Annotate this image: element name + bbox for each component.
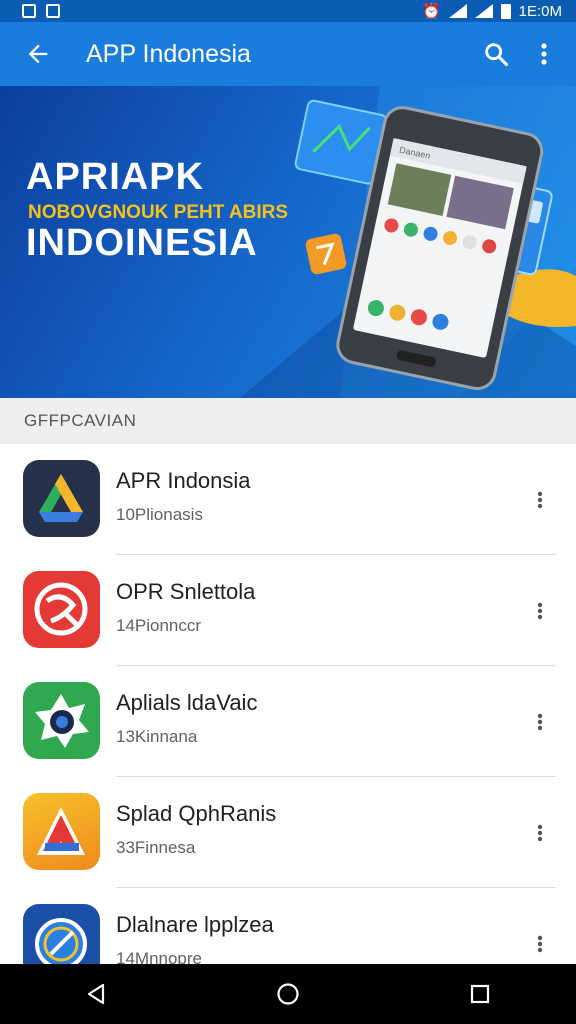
status-bar: ⏰ 1E:0M [0,0,576,22]
more-vert-icon [537,491,543,509]
promo-banner[interactable]: Danaen APRIAPK NOBOVGNOUK PEHT ABIRS IND… [0,86,576,398]
orange-a-icon [23,793,100,870]
more-vert-icon [537,824,543,842]
notification-icon [22,4,36,18]
item-more-button[interactable] [520,813,560,853]
app-name: APR Indonsia [116,468,251,493]
drive-triangle-icon [23,460,100,537]
page-title: APP Indonesia [86,39,251,68]
nav-recents-button[interactable] [450,964,510,1024]
item-more-button[interactable] [520,480,560,520]
green-camera-icon [23,682,100,759]
red-swirl-icon [23,571,100,648]
signal-icon [474,4,493,18]
app-list: APR Indonsia 10Plionasis OPR Snlettola 1… [0,444,576,999]
alarm-icon: ⏰ [421,3,441,20]
list-item[interactable]: Splad QphRanis 33Finnesa [0,777,576,888]
banner-subheadline: INDOINESIA [26,222,258,264]
item-more-button[interactable] [520,924,560,964]
nav-recents-icon [470,984,490,1004]
nav-home-icon [277,983,299,1005]
back-button[interactable] [14,30,62,78]
search-icon [485,43,509,67]
banner-headline: APRIAPK [26,156,205,198]
system-nav-bar [0,964,576,1024]
section-header: GFFPCAVIAN [0,398,576,444]
app-subtitle: 13Kinnana [116,727,198,746]
app-name: OPR Snlettola [116,579,256,604]
banner-tagline: NOBOVGNOUK PEHT ABIRS [28,202,289,223]
search-button[interactable] [472,30,520,78]
nav-back-button[interactable] [66,964,126,1024]
app-name: Aplials ldaVaic [116,690,258,715]
app-subtitle: 10Plionasis [116,505,203,524]
app-name: Splad QphRanis [116,801,277,826]
more-vert-icon [537,935,543,953]
list-item[interactable]: OPR Snlettola 14Pionnccr [0,555,576,666]
nav-back-icon [87,983,105,1005]
wifi-icon [448,4,467,18]
list-item[interactable]: APR Indonsia 10Plionasis [0,444,576,555]
overflow-menu-button[interactable] [520,30,568,78]
nav-home-button[interactable] [258,964,318,1024]
notification-icon [46,4,60,18]
battery-icon [500,3,511,19]
status-time: 1E:0M [518,2,562,20]
orange-badge-icon [305,233,347,275]
status-right: ⏰ 1E:0M [421,2,562,21]
section-title: GFFPCAVIAN [24,411,137,430]
app-name: Dlalnare lpplzea [116,912,274,937]
item-more-button[interactable] [520,702,560,742]
item-more-button[interactable] [520,591,560,631]
app-subtitle: 14Pionnccr [116,616,202,635]
status-left [22,4,60,18]
list-item[interactable]: Aplials ldaVaic 13Kinnana [0,666,576,777]
back-arrow-icon [28,44,48,64]
more-vert-icon [541,43,547,65]
app-bar: APP Indonesia [0,22,576,86]
more-vert-icon [537,602,543,620]
more-vert-icon [537,713,543,731]
app-subtitle: 33Finnesa [116,838,196,857]
